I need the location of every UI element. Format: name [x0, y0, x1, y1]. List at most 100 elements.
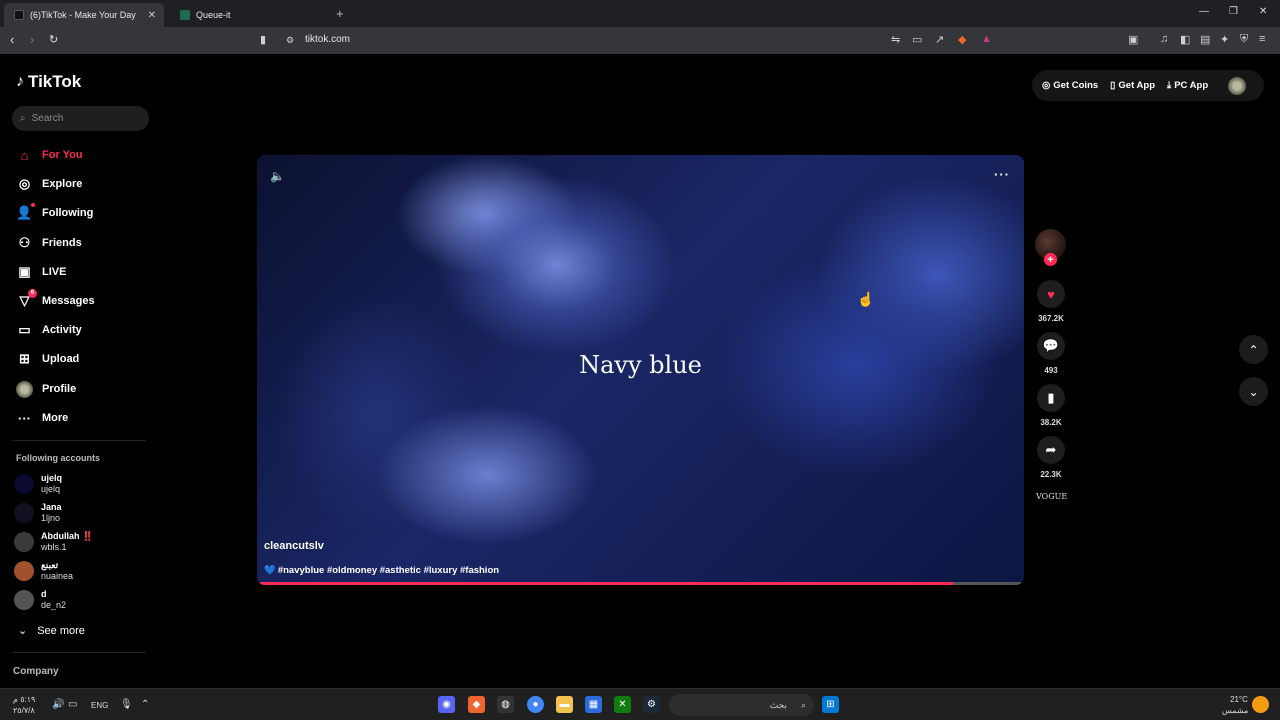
- header-actions: ◎ Get Coins ▯ Get App ⤓ PC App: [1032, 70, 1264, 101]
- search-box[interactable]: ⌕: [12, 106, 149, 131]
- account-item[interactable]: تعبنع nuainea: [14, 559, 73, 583]
- window-close-icon[interactable]: ✕: [1259, 6, 1267, 17]
- sound-label[interactable]: VOGUE: [1036, 492, 1067, 501]
- comment-action[interactable]: 💬 493: [1036, 332, 1066, 375]
- tab-queue-it[interactable]: Queue-it: [170, 3, 330, 27]
- volume-tray-icon[interactable]: 🔊: [52, 699, 64, 710]
- url-text[interactable]: tiktok.com: [305, 34, 350, 45]
- share-arrow-icon[interactable]: ➦: [1037, 436, 1065, 464]
- follow-plus-icon[interactable]: +: [1044, 253, 1057, 266]
- app-icon[interactable]: ◍: [497, 696, 514, 713]
- compass-icon: ◎: [18, 176, 31, 191]
- maximize-icon[interactable]: ❐: [1229, 6, 1238, 17]
- brave-shield-icon[interactable]: ◆: [958, 33, 966, 46]
- pc-app-button[interactable]: ⤓ PC App: [1167, 80, 1208, 91]
- nav-more[interactable]: ··· More: [16, 409, 68, 427]
- tiktok-note-icon: ♪: [16, 73, 24, 90]
- bookmark-icon[interactable]: ▮: [1037, 384, 1065, 412]
- leo-ai-icon[interactable]: ✦: [1220, 33, 1229, 46]
- avatar: [14, 590, 34, 610]
- sidebar-toggle-icon[interactable]: ▣: [1128, 33, 1138, 46]
- chrome-icon[interactable]: ●: [527, 696, 544, 713]
- nav-following[interactable]: 👤 Following: [16, 202, 93, 222]
- sun-weather-icon[interactable]: [1252, 696, 1269, 713]
- account-item[interactable]: ujelq ujelq: [14, 472, 62, 496]
- xbox-icon[interactable]: ✕: [614, 696, 631, 713]
- vpn-icon[interactable]: ⛨: [1240, 33, 1248, 46]
- network-tray-icon[interactable]: ▭: [68, 699, 77, 710]
- back-icon[interactable]: ‹: [10, 32, 14, 47]
- nav-label: LIVE: [42, 266, 67, 278]
- brave-rewards-icon[interactable]: ▲: [981, 33, 992, 45]
- new-tab-button[interactable]: +: [336, 6, 344, 21]
- video-author[interactable]: cleancutslv: [264, 540, 324, 552]
- account-item[interactable]: d de_n2: [14, 588, 66, 612]
- caption-text[interactable]: #navyblue #oldmoney #asthetic #luxury #f…: [278, 565, 499, 576]
- comment-icon[interactable]: 💬: [1037, 332, 1065, 360]
- coin-icon: ◎: [1042, 80, 1051, 91]
- translate-icon[interactable]: ⇋: [891, 33, 900, 46]
- previous-video-button[interactable]: ⌃: [1239, 335, 1268, 364]
- panel-icon[interactable]: ◧: [1180, 33, 1190, 46]
- account-item[interactable]: Abdullah ‼️ wbls.1: [14, 530, 93, 554]
- nav-upload[interactable]: ⊞ Upload: [16, 350, 79, 368]
- home-icon: ⌂: [20, 147, 29, 163]
- wallet-icon[interactable]: ▤: [1200, 33, 1210, 46]
- video-progress-bar[interactable]: [260, 582, 1021, 585]
- nav-explore[interactable]: ◎ Explore: [16, 175, 83, 193]
- cast-icon[interactable]: ▭: [912, 33, 922, 46]
- minimize-icon[interactable]: —: [1199, 6, 1209, 17]
- like-action[interactable]: ♥ 367.2K: [1036, 280, 1066, 323]
- nav-for-you[interactable]: ⌂ For You: [16, 146, 83, 164]
- tab-tiktok[interactable]: (6)TikTok - Make Your Day ✕: [4, 3, 164, 27]
- forward-icon[interactable]: ›: [30, 32, 34, 47]
- save-action[interactable]: ▮ 38.2K: [1036, 384, 1066, 427]
- live-icon: ▣: [18, 264, 31, 279]
- nav-label: Activity: [42, 324, 82, 336]
- mic-tray-icon[interactable]: 🎙: [120, 699, 133, 710]
- get-coins-button[interactable]: ◎ Get Coins: [1042, 80, 1098, 91]
- discord-icon[interactable]: ◉: [438, 696, 455, 713]
- account-handle: de_n2: [41, 600, 67, 610]
- video-player[interactable]: 🔈 ··· Navy blue cleancutslv 💙 #navyblue #…: [257, 155, 1024, 585]
- next-video-button[interactable]: ⌄: [1239, 377, 1268, 406]
- share-action[interactable]: ➦ 22.3K: [1036, 436, 1066, 479]
- nav-messages[interactable]: ▽ 6 Messages: [16, 288, 95, 310]
- menu-icon[interactable]: ≡: [1259, 33, 1265, 45]
- tiktok-logo[interactable]: ♪ TikTok: [16, 72, 81, 92]
- account-handle: 1ljno: [41, 513, 61, 523]
- user-avatar[interactable]: [1228, 76, 1247, 95]
- nav-label: Profile: [42, 383, 77, 395]
- volume-icon[interactable]: 🔈: [270, 169, 285, 183]
- video-overlay-title: Navy blue: [579, 351, 702, 379]
- taskbar-search[interactable]: بحث ⌕: [669, 694, 814, 716]
- steam-icon[interactable]: ⚙: [643, 696, 660, 713]
- nav-activity[interactable]: ▭ Activity: [16, 321, 82, 339]
- close-tab-icon[interactable]: ✕: [148, 10, 156, 21]
- nav-profile[interactable]: Profile: [16, 380, 76, 398]
- account-item[interactable]: Jana 1ljno: [14, 501, 62, 525]
- heart-icon[interactable]: ♥: [1037, 280, 1065, 308]
- more-options-icon[interactable]: ···: [994, 167, 1010, 182]
- tiktok-favicon: [14, 10, 24, 20]
- search-input[interactable]: [31, 113, 132, 124]
- reload-icon[interactable]: ↻: [49, 33, 58, 46]
- tray-overflow-icon[interactable]: ⌃: [141, 699, 149, 710]
- windows-start-icon[interactable]: ⊞: [822, 696, 839, 713]
- account-handle: wbls.1: [41, 542, 67, 552]
- site-info-icon[interactable]: ⚙: [286, 35, 294, 46]
- share-icon[interactable]: ↗: [935, 33, 944, 46]
- like-count: 367.2K: [1038, 314, 1064, 323]
- get-app-button[interactable]: ▯ Get App: [1110, 80, 1155, 91]
- nav-friends[interactable]: ⚇ Friends: [16, 234, 82, 252]
- see-more-button[interactable]: ⌄ See more: [18, 624, 85, 638]
- media-icon[interactable]: ♫: [1160, 33, 1168, 45]
- bookmark-icon[interactable]: ▮: [260, 33, 266, 46]
- language-indicator[interactable]: ENG: [91, 701, 108, 710]
- tab-title: Queue-it: [196, 10, 231, 20]
- brave-icon[interactable]: ◆: [468, 696, 485, 713]
- nav-live[interactable]: ▣ LIVE: [16, 263, 66, 281]
- store-icon[interactable]: ▦: [585, 696, 602, 713]
- company-link[interactable]: Company: [13, 666, 59, 677]
- file-explorer-icon[interactable]: ▬: [556, 696, 573, 713]
